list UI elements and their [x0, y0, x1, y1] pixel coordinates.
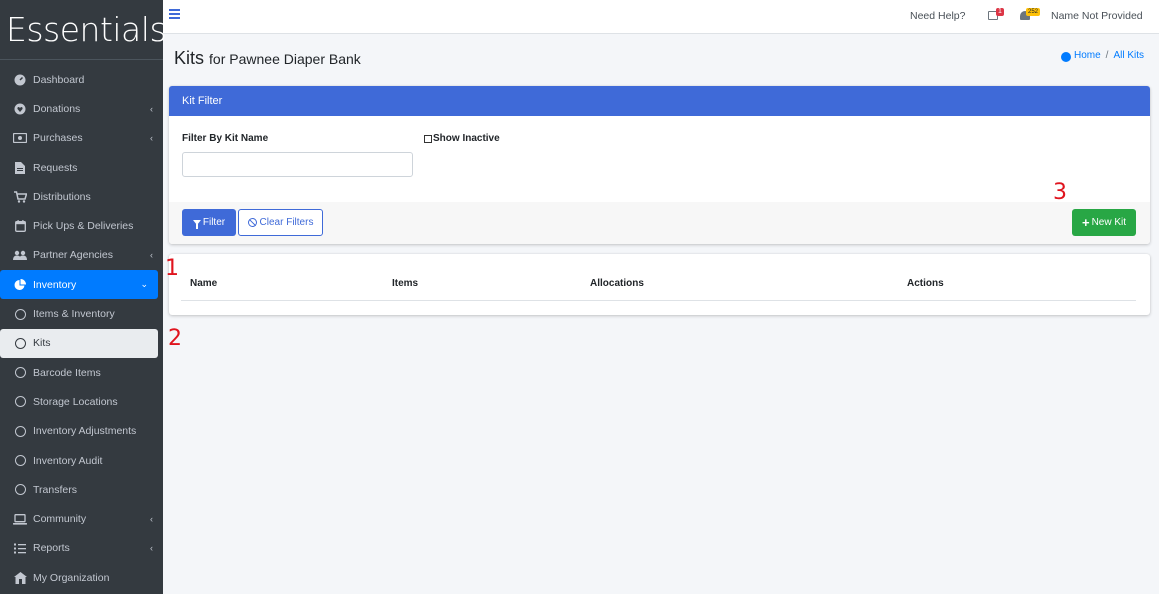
user-menu[interactable]: Name Not Provided	[1051, 10, 1143, 22]
sidebar-item-inventory-audit[interactable]: Inventory Audit	[0, 446, 163, 475]
sidebar-item-community[interactable]: Community ‹	[0, 504, 163, 533]
annotation-3: 3	[1053, 180, 1067, 205]
chevron-down-icon: ⌄	[140, 279, 148, 290]
sidebar-item-pickups[interactable]: Pick Ups & Deliveries	[0, 211, 163, 240]
annotation-1: 1	[165, 256, 179, 281]
sidebar-item-my-organization[interactable]: My Organization	[0, 563, 163, 592]
sidebar-item-inventory[interactable]: Inventory ⌄	[0, 270, 158, 300]
breadcrumb: Home / All Kits	[1060, 50, 1144, 62]
sidebar-item-dashboard[interactable]: Dashboard	[0, 65, 163, 94]
circle-icon	[13, 307, 27, 321]
annotation-2: 2	[168, 326, 182, 351]
circle-icon	[13, 483, 27, 497]
users-icon	[13, 248, 27, 262]
list-icon	[13, 541, 27, 555]
plus-icon: +	[1081, 214, 1090, 230]
bell-notification[interactable]: 252	[1020, 8, 1041, 22]
sidebar-item-distributions[interactable]: Distributions	[0, 182, 163, 211]
page-subtitle: for Pawnee Diaper Bank	[209, 51, 361, 67]
ban-icon	[247, 218, 257, 227]
money-icon	[13, 131, 27, 145]
filter-name-label: Filter By Kit Name	[182, 133, 269, 144]
circle-icon	[13, 366, 27, 380]
circle-icon	[13, 395, 27, 409]
checkbox-box[interactable]	[424, 134, 432, 143]
sidebar-item-partner-agencies[interactable]: Partner Agencies ‹	[0, 241, 163, 270]
column-header-allocations[interactable]: Allocations	[590, 278, 644, 289]
new-kit-button[interactable]: + New Kit	[1072, 209, 1136, 236]
breadcrumb-all-kits[interactable]: All Kits	[1113, 50, 1144, 61]
sidebar-item-transfers[interactable]: Transfers	[0, 475, 163, 504]
brand-logo[interactable]: Essentials	[0, 0, 167, 60]
chevron-left-icon: ‹	[150, 103, 153, 114]
cart-icon	[13, 190, 27, 204]
sidebar-item-storage-locations[interactable]: Storage Locations	[0, 387, 163, 416]
need-help-link[interactable]: Need Help?	[910, 10, 965, 22]
sidebar-item-requests[interactable]: Requests	[0, 153, 163, 182]
circle-icon	[13, 454, 27, 468]
filter-icon	[192, 220, 201, 229]
file-icon	[13, 161, 27, 175]
gift-notification[interactable]: 1	[988, 8, 1006, 22]
kit-name-input[interactable]	[182, 152, 413, 177]
dashboard-icon	[13, 73, 27, 87]
breadcrumb-home[interactable]: Home	[1074, 50, 1101, 61]
clear-filters-button[interactable]: Clear Filters	[238, 209, 323, 236]
column-header-items[interactable]: Items	[392, 278, 418, 289]
heart-icon	[13, 102, 27, 116]
column-header-name[interactable]: Name	[190, 278, 217, 289]
gift-badge: 1	[996, 8, 1004, 16]
hamburger-menu-icon[interactable]	[169, 9, 180, 19]
sidebar-item-items-inventory[interactable]: Items & Inventory	[0, 299, 163, 328]
chevron-left-icon: ‹	[150, 543, 153, 554]
kits-table: Name Items Allocations Actions	[169, 254, 1150, 315]
sidebar-item-kits[interactable]: Kits	[0, 328, 158, 358]
building-icon	[13, 571, 27, 585]
bell-badge: 252	[1026, 8, 1041, 16]
sidebar: Essentials Dashboard Donations ‹ Purchas…	[0, 0, 167, 594]
sidebar-item-purchases[interactable]: Purchases ‹	[0, 124, 163, 153]
sidebar-nav: Dashboard Donations ‹ Purchases ‹ Reques…	[0, 60, 163, 592]
sidebar-item-donations[interactable]: Donations ‹	[0, 94, 163, 123]
home-icon	[1060, 51, 1071, 62]
chevron-left-icon: ‹	[150, 514, 153, 525]
chevron-left-icon: ‹	[150, 133, 153, 144]
calendar-icon	[13, 219, 27, 233]
laptop-icon	[13, 512, 27, 526]
circle-icon	[13, 336, 27, 350]
page-title: Kits for Pawnee Diaper Bank	[174, 48, 361, 68]
show-inactive-checkbox[interactable]: Show Inactive	[424, 133, 500, 144]
kit-filter-footer: Filter Clear Filters + New Kit	[169, 202, 1150, 244]
circle-icon	[13, 424, 27, 438]
kit-filter-header: Kit Filter	[169, 86, 1150, 116]
chevron-left-icon: ‹	[150, 250, 153, 261]
sidebar-item-inventory-adjustments[interactable]: Inventory Adjustments	[0, 417, 163, 446]
pie-chart-icon	[13, 278, 27, 292]
sidebar-item-barcode-items[interactable]: Barcode Items	[0, 358, 163, 387]
table-header-divider	[181, 300, 1136, 301]
top-navbar: Need Help? 1 252 Name Not Provided	[163, 0, 1159, 34]
column-header-actions[interactable]: Actions	[907, 278, 944, 289]
breadcrumb-separator: /	[1105, 50, 1109, 61]
kit-filter-card: Kit Filter Filter By Kit Name Show Inact…	[169, 86, 1150, 244]
sidebar-item-reports[interactable]: Reports ‹	[0, 534, 163, 563]
filter-button[interactable]: Filter	[182, 209, 236, 236]
